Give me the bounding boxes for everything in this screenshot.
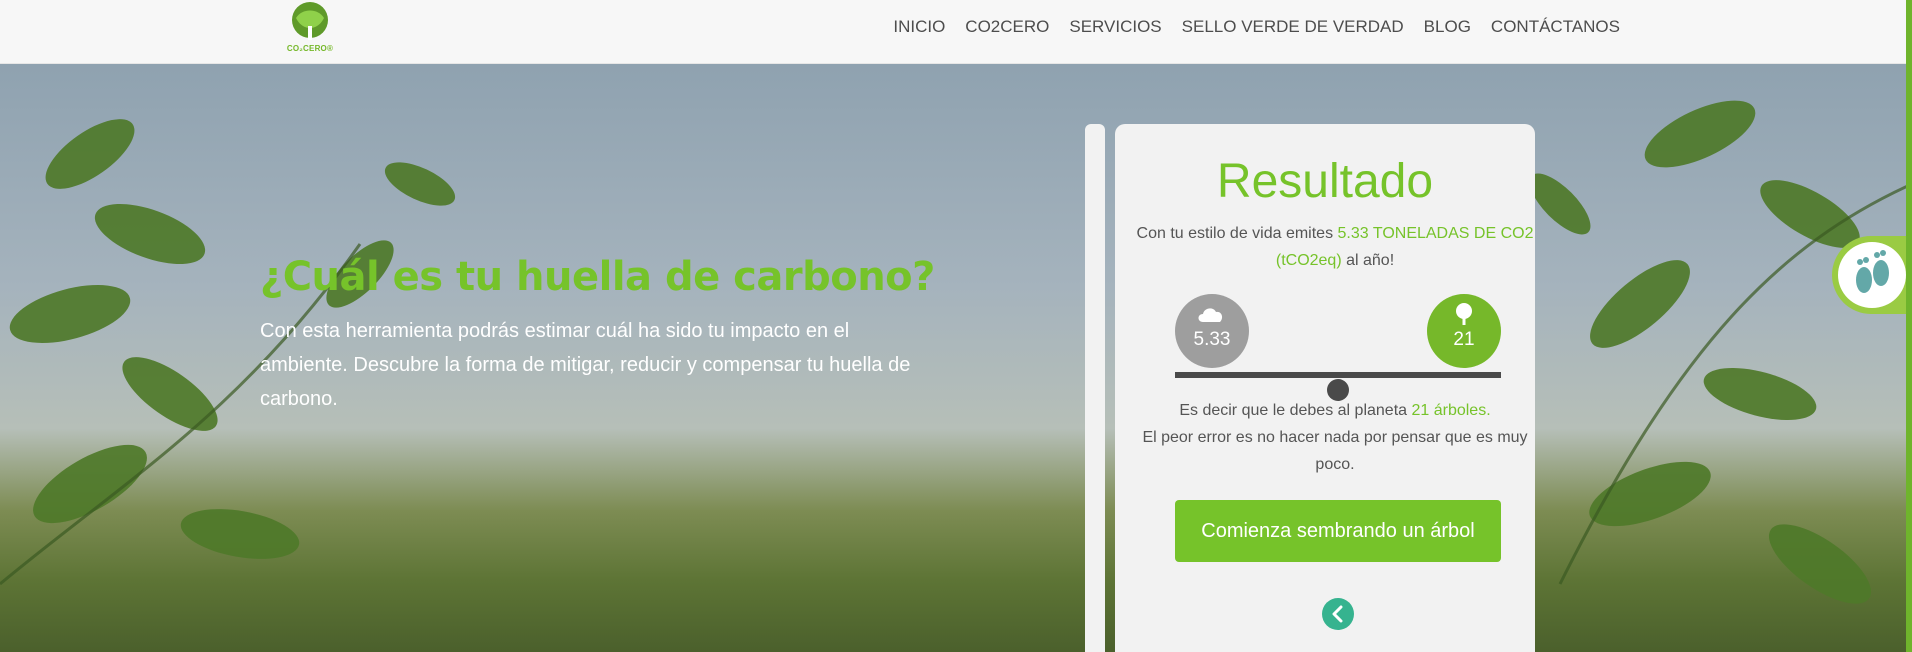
main-nav: INICIO CO2CERO SERVICIOS SELLO VERDE DE …: [893, 14, 1620, 40]
co2-value: 5.33: [1193, 329, 1231, 350]
trees-value: 21: [1453, 329, 1475, 350]
nav-inicio[interactable]: INICIO: [893, 14, 945, 40]
warning-text: El peor error es no hacer nada por pensa…: [1142, 429, 1528, 473]
owe-value: 21 árboles.: [1411, 402, 1491, 419]
footprint-widget[interactable]: [1832, 236, 1912, 314]
result-explanation: Es decir que le debes al planeta 21 árbo…: [1135, 397, 1535, 478]
brand-logo[interactable]: CO₂CERO®: [278, 0, 342, 58]
emissions-suffix: al año!: [1341, 252, 1395, 269]
emissions-summary: Con tu estilo de vida emites 5.33 TONELA…: [1135, 220, 1535, 274]
plant-tree-button[interactable]: Comienza sembrando un árbol: [1175, 500, 1501, 562]
logo-tree-icon: [292, 2, 328, 40]
tree-icon: [1456, 303, 1472, 325]
nav-blog[interactable]: BLOG: [1424, 14, 1471, 40]
owe-prefix: Es decir que le debes al planeta: [1179, 402, 1412, 419]
page-right-bar: [1906, 0, 1912, 652]
site-header: CO₂CERO® INICIO CO2CERO SERVICIOS SELLO …: [0, 0, 1912, 64]
slider-track: [1175, 372, 1501, 378]
footprint-icon: [1856, 250, 1889, 293]
hero-description: Con esta herramienta podrás estimar cuál…: [260, 320, 911, 410]
nav-co2cero[interactable]: CO2CERO: [965, 14, 1049, 40]
hero-title: ¿Cuál es tu huella de carbono?: [260, 254, 935, 300]
hero-section: ¿Cuál es tu huella de carbono? Con esta …: [0, 64, 1912, 652]
trees-owed-line: Es decir que le debes al planeta 21 árbo…: [1135, 397, 1535, 424]
nav-sello-verde[interactable]: SELLO VERDE DE VERDAD: [1182, 14, 1404, 40]
nav-contactanos[interactable]: CONTÁCTANOS: [1491, 14, 1620, 40]
scroll-strip[interactable]: [1085, 124, 1105, 652]
logo-text: CO₂CERO®: [286, 44, 334, 53]
co2-circle: 5.33: [1175, 294, 1249, 368]
result-title: Resultado: [1216, 155, 1434, 208]
emissions-prefix: Con tu estilo de vida emites: [1136, 225, 1338, 242]
footprint-button-face: [1838, 242, 1906, 308]
chevron-left-icon: [1332, 605, 1343, 623]
back-button[interactable]: [1322, 598, 1354, 630]
trees-circle: 21: [1427, 294, 1501, 368]
result-card: Resultado Con tu estilo de vida emites 5…: [1115, 124, 1535, 652]
nav-servicios[interactable]: SERVICIOS: [1069, 14, 1161, 40]
cloud-icon: [1198, 308, 1223, 322]
